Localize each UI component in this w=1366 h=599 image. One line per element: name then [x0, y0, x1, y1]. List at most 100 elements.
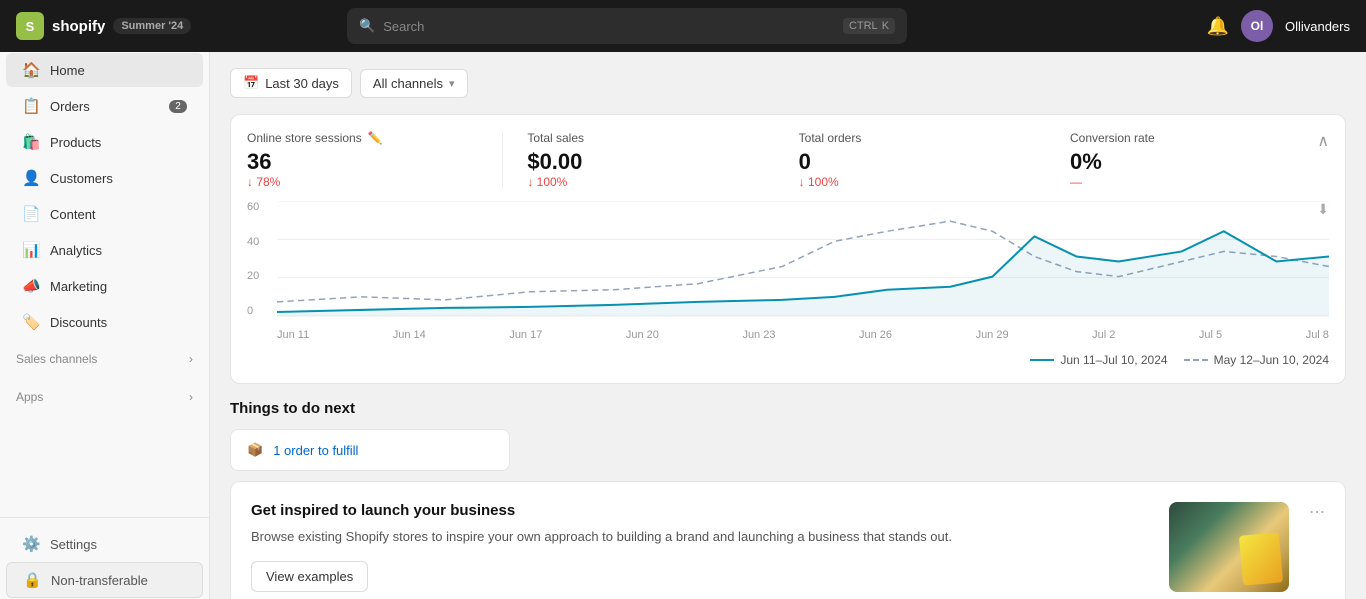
sidebar-item-marketing[interactable]: 📣 Marketing — [6, 269, 203, 303]
date-filter-button[interactable]: 📅 Last 30 days — [230, 68, 352, 98]
x-label-5: Jun 26 — [859, 329, 892, 341]
home-icon: 🏠 — [22, 61, 40, 79]
bell-icon[interactable]: 🔔 — [1207, 16, 1229, 37]
sidebar-item-customers[interactable]: 👤 Customers — [6, 161, 203, 195]
sidebar-item-non-transferable[interactable]: 🔒 Non-transferable — [6, 562, 203, 598]
orders-value: 0 — [799, 149, 1030, 175]
apps-label: Apps — [16, 390, 43, 404]
chart-svg — [277, 201, 1329, 317]
inspire-description: Browse existing Shopify stores to inspir… — [251, 527, 1149, 547]
legend-current-line — [1030, 359, 1054, 361]
sidebar-item-discounts[interactable]: 🏷️ Discounts — [6, 305, 203, 339]
sidebar-item-home[interactable]: 🏠 Home — [6, 53, 203, 87]
sessions-label: Online store sessions ✏️ — [247, 131, 478, 145]
apps-section: Apps › — [0, 378, 209, 408]
app-name: shopify — [52, 18, 105, 35]
x-label-4: Jun 23 — [742, 329, 775, 341]
legend-previous-label: May 12–Jun 10, 2024 — [1214, 353, 1329, 367]
x-label-2: Jun 17 — [509, 329, 542, 341]
x-label-6: Jun 29 — [976, 329, 1009, 341]
x-label-1: Jun 14 — [393, 329, 426, 341]
more-options-button[interactable]: ⋯ — [1309, 502, 1325, 522]
inspire-image — [1169, 502, 1289, 592]
orders-change: ↓ 100% — [799, 175, 1030, 189]
analytics-icon: 📊 — [22, 241, 40, 259]
sidebar-item-label: Home — [50, 63, 85, 78]
x-label-0: Jun 11 — [277, 329, 309, 341]
chart-legend: Jun 11–Jul 10, 2024 May 12–Jun 10, 2024 — [247, 353, 1329, 367]
inspire-title: Get inspired to launch your business — [251, 502, 1149, 519]
x-label-3: Jun 20 — [626, 329, 659, 341]
chart-y-labels: 60 40 20 0 — [247, 201, 277, 317]
nav-right: 🔔 Ol Ollivanders — [1207, 10, 1350, 42]
user-name[interactable]: Ollivanders — [1285, 19, 1350, 34]
orders-icon: 📋 — [22, 97, 40, 115]
search-bar[interactable]: 🔍 Search CTRL K — [347, 8, 907, 44]
conversion-change: — — [1070, 175, 1301, 189]
y-label-40: 40 — [247, 236, 277, 248]
sales-label: Total sales — [527, 131, 758, 145]
legend-previous-line — [1184, 359, 1208, 361]
sidebar-item-orders[interactable]: 📋 Orders 2 — [6, 89, 203, 123]
search-placeholder: Search — [383, 19, 424, 34]
sales-channels-label: Sales channels — [16, 352, 97, 366]
sidebar-item-label: Products — [50, 135, 101, 150]
inspire-content: Get inspired to launch your business Bro… — [251, 502, 1149, 592]
view-examples-button[interactable]: View examples — [251, 561, 368, 592]
x-label-7: Jul 2 — [1092, 329, 1115, 341]
y-label-20: 20 — [247, 270, 277, 282]
sales-channels-expand-icon[interactable]: › — [189, 352, 193, 366]
sales-change: ↓ 100% — [527, 175, 758, 189]
filters-row: 📅 Last 30 days All channels ▾ — [230, 68, 1346, 98]
customers-icon: 👤 — [22, 169, 40, 187]
user-avatar: Ol — [1241, 10, 1273, 42]
conversion-label: Conversion rate — [1070, 131, 1301, 145]
summer-badge: Summer '24 — [113, 18, 191, 34]
inspire-image-overlay — [1239, 532, 1283, 585]
layout: 🏠 Home 📋 Orders 2 🛍️ Products 👤 Customer… — [0, 52, 1366, 599]
chart-area: ⬇ 60 40 20 0 — [247, 201, 1329, 341]
todo-order-item[interactable]: 📦 1 order to fulfill — [230, 429, 510, 471]
metrics-row: Online store sessions ✏️ 36 ↓ 78% Total … — [247, 131, 1329, 189]
y-label-0: 0 — [247, 305, 277, 317]
non-transferable-icon: 🔒 — [23, 571, 41, 589]
todo-section-title: Things to do next — [230, 400, 1346, 417]
search-icon: 🔍 — [359, 18, 375, 34]
channel-filter-label: All channels — [373, 76, 443, 91]
sidebar-item-content[interactable]: 📄 Content — [6, 197, 203, 231]
x-label-9: Jul 8 — [1306, 329, 1329, 341]
search-shortcut: CTRL K — [843, 18, 895, 34]
chart-x-labels: Jun 11 Jun 14 Jun 17 Jun 20 Jun 23 Jun 2… — [277, 329, 1329, 341]
products-icon: 🛍️ — [22, 133, 40, 151]
collapse-button[interactable]: ∧ — [1317, 131, 1329, 151]
analytics-card: Online store sessions ✏️ 36 ↓ 78% Total … — [230, 114, 1346, 384]
sidebar-item-label: Marketing — [50, 279, 107, 294]
sessions-change: ↓ 78% — [247, 175, 478, 189]
shopify-logo[interactable]: S shopify Summer '24 — [16, 12, 191, 40]
x-label-8: Jul 5 — [1199, 329, 1222, 341]
sidebar-item-settings[interactable]: ⚙️ Settings — [6, 527, 203, 561]
edit-icon[interactable]: ✏️ — [368, 131, 383, 145]
chevron-down-icon: ▾ — [449, 77, 455, 90]
y-label-60: 60 — [247, 201, 277, 213]
apps-expand-icon[interactable]: › — [189, 390, 193, 404]
sidebar-item-label: Orders — [50, 99, 90, 114]
order-fulfill-icon: 📦 — [247, 442, 263, 458]
content-icon: 📄 — [22, 205, 40, 223]
sidebar-item-products[interactable]: 🛍️ Products — [6, 125, 203, 159]
todo-section: Things to do next 📦 1 order to fulfill — [230, 400, 1346, 471]
settings-label: Settings — [50, 537, 97, 552]
channel-filter-button[interactable]: All channels ▾ — [360, 69, 468, 98]
sidebar-item-label: Analytics — [50, 243, 102, 258]
orders-badge: 2 — [169, 100, 187, 113]
non-transferable-label: Non-transferable — [51, 573, 148, 588]
conversion-metric: Conversion rate 0% — — [1046, 131, 1317, 189]
sidebar-item-label: Customers — [50, 171, 113, 186]
sales-value: $0.00 — [527, 149, 758, 175]
sidebar-item-analytics[interactable]: 📊 Analytics — [6, 233, 203, 267]
sales-metric: Total sales $0.00 ↓ 100% — [503, 131, 774, 189]
legend-previous: May 12–Jun 10, 2024 — [1184, 353, 1329, 367]
sidebar-item-label: Discounts — [50, 315, 107, 330]
discounts-icon: 🏷️ — [22, 313, 40, 331]
main-content: 📅 Last 30 days All channels ▾ Online sto… — [210, 52, 1366, 599]
